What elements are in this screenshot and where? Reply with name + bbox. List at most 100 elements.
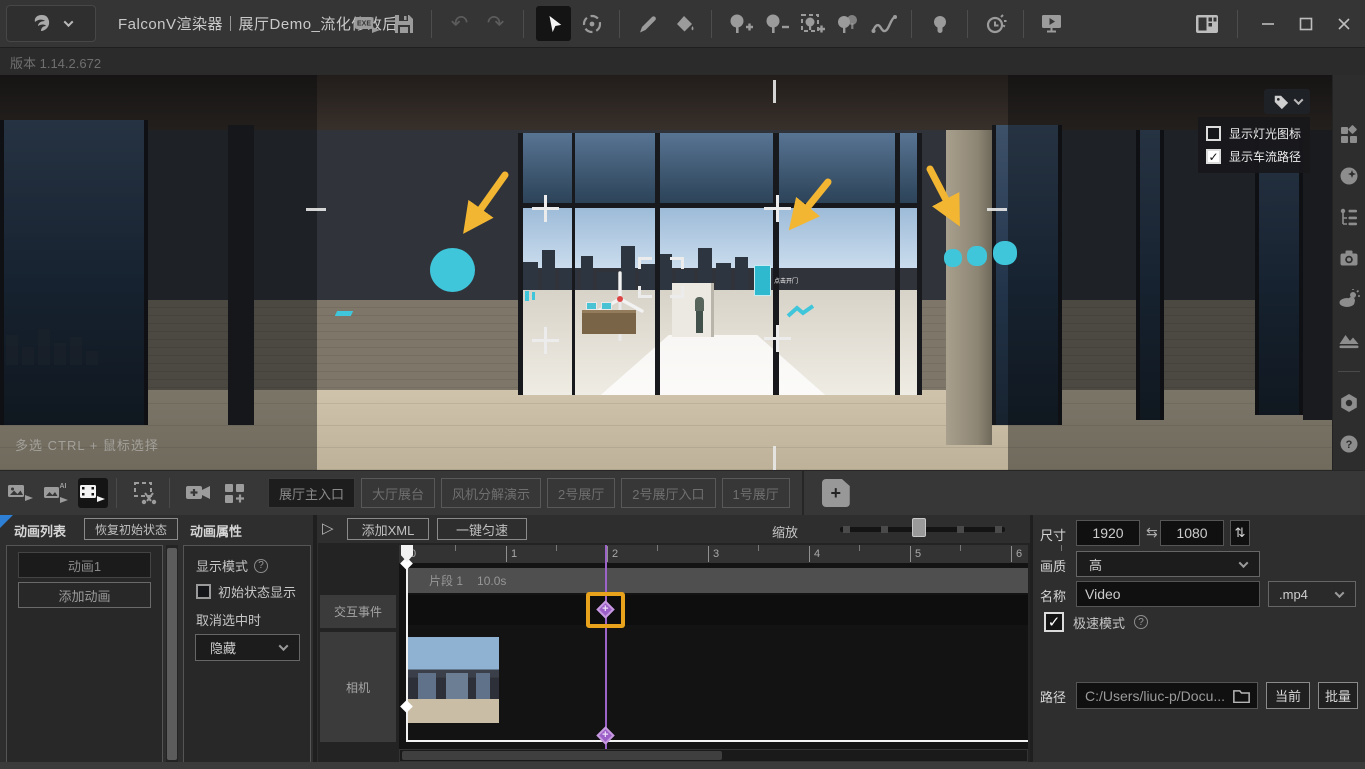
minimize-button[interactable] bbox=[1253, 9, 1283, 39]
scene-tab[interactable]: 1号展厅 bbox=[722, 478, 790, 508]
scene-tab[interactable]: 风机分解演示 bbox=[441, 478, 541, 508]
add-tree-area-button[interactable] bbox=[796, 8, 827, 39]
clip-header[interactable]: 片段 1 10.0s bbox=[407, 568, 1028, 593]
timeline-scrollbar-track[interactable] bbox=[399, 749, 1028, 762]
timeline-ruler[interactable]: 0 1 2 3 4 5 6 bbox=[399, 545, 1028, 563]
redo-button[interactable]: ↷ bbox=[480, 8, 511, 39]
add-tree-button[interactable] bbox=[724, 8, 755, 39]
anim-item-button[interactable]: 动画1 bbox=[18, 552, 151, 578]
format-value: .mp4 bbox=[1279, 587, 1308, 602]
export-image-button[interactable] bbox=[6, 478, 36, 508]
scene-tab-active[interactable]: 展厅主入口 bbox=[268, 478, 355, 508]
viewport-3d[interactable]: 点击开门 多选 CTRL + 鼠标选择 bbox=[0, 75, 1332, 470]
app-menu-button[interactable] bbox=[6, 5, 96, 42]
turbo-mode-row[interactable]: ✓ 极速模式 ? bbox=[1044, 612, 1148, 632]
tree-batch-button[interactable] bbox=[832, 8, 863, 39]
orbit-tool-button[interactable] bbox=[576, 8, 607, 39]
plus-marker bbox=[764, 325, 791, 352]
fill-tool-button[interactable] bbox=[668, 8, 699, 39]
hotspot-blob[interactable] bbox=[967, 246, 987, 266]
link-aspect-button[interactable]: ⇅ bbox=[1230, 520, 1250, 546]
version-bar: 版本 1.14.2.672 bbox=[0, 47, 1365, 75]
anim-list-panel: 动画1 添加动画 bbox=[6, 545, 163, 769]
checkbox-unchecked[interactable] bbox=[1206, 126, 1221, 141]
ruler-tick-6: 6 bbox=[1011, 546, 1022, 562]
display-options-button[interactable] bbox=[1264, 89, 1310, 114]
deselect-dropdown[interactable]: 隐藏 bbox=[195, 634, 300, 661]
quality-dropdown[interactable]: 高 bbox=[1076, 551, 1260, 577]
save-button[interactable] bbox=[388, 8, 419, 39]
scene-tree-button[interactable] bbox=[1337, 205, 1361, 229]
reset-initial-state-button[interactable]: 恢复初始状态 bbox=[84, 518, 178, 540]
menu-item-light-icons[interactable]: 显示灯光图标 bbox=[1206, 125, 1310, 142]
path-tool-button[interactable] bbox=[868, 8, 899, 39]
add-scene-button[interactable]: + bbox=[822, 479, 850, 507]
select-tool-button[interactable] bbox=[536, 6, 571, 41]
on-deselect-label: 取消选中时 bbox=[196, 610, 261, 629]
folder-icon[interactable] bbox=[1233, 689, 1250, 703]
events-track[interactable] bbox=[407, 595, 1028, 625]
format-dropdown[interactable]: .mp4 bbox=[1268, 581, 1356, 607]
play-button[interactable]: ▷ bbox=[322, 519, 340, 539]
light-button[interactable] bbox=[924, 8, 955, 39]
chevron-down-icon bbox=[279, 641, 289, 651]
export-video-button[interactable] bbox=[78, 478, 108, 508]
height-input[interactable] bbox=[1160, 520, 1224, 546]
camera-keyframe-thumbnail[interactable] bbox=[408, 637, 499, 723]
width-input[interactable] bbox=[1076, 520, 1140, 546]
initial-state-row[interactable]: 初始状态显示 bbox=[196, 582, 296, 601]
anim-list-scrollbar-track[interactable] bbox=[166, 545, 178, 769]
scene-tab[interactable]: 2号展厅入口 bbox=[621, 478, 715, 508]
add-camera-view-button[interactable] bbox=[184, 478, 214, 508]
export-current-button[interactable]: 当前 bbox=[1266, 682, 1310, 709]
zoom-slider-tick bbox=[881, 526, 888, 533]
hotspot-blob[interactable] bbox=[993, 241, 1017, 265]
settings-button[interactable] bbox=[1337, 391, 1361, 415]
time-of-day-button[interactable] bbox=[980, 8, 1011, 39]
ruler-tick-4: 4 bbox=[809, 546, 820, 562]
effects-button[interactable] bbox=[1337, 164, 1361, 188]
turbo-checkbox[interactable]: ✓ bbox=[1044, 612, 1064, 632]
menu-item-traffic-paths[interactable]: ✓ 显示车流路径 bbox=[1206, 148, 1310, 165]
undo-button[interactable]: ↶ bbox=[444, 8, 475, 39]
filename-input[interactable] bbox=[1076, 581, 1260, 607]
layout-button[interactable] bbox=[1192, 9, 1222, 39]
path-input[interactable]: C:/Users/liuc-p/Docu... bbox=[1076, 682, 1258, 709]
pen-tool-button[interactable] bbox=[632, 8, 663, 39]
screenshot-crop-button[interactable] bbox=[131, 478, 161, 508]
zoom-slider-handle[interactable] bbox=[912, 518, 926, 537]
weather-button[interactable] bbox=[1337, 287, 1361, 311]
add-view-grid-button[interactable] bbox=[220, 478, 250, 508]
add-xml-button[interactable]: 添加XML bbox=[347, 518, 429, 540]
initial-state-checkbox[interactable] bbox=[196, 584, 211, 599]
anim-list-scrollbar-thumb[interactable] bbox=[167, 548, 177, 760]
terrain-button[interactable] bbox=[1337, 328, 1361, 352]
version-label: 版本 1.14.2.672 bbox=[10, 53, 101, 72]
export-batch-button[interactable]: 批量 bbox=[1318, 682, 1358, 709]
menu-item-label: 显示灯光图标 bbox=[1229, 125, 1301, 142]
scene-tab[interactable]: 2号展厅 bbox=[547, 478, 615, 508]
row-label-camera[interactable]: 相机 bbox=[320, 632, 396, 742]
hotspot-blob[interactable] bbox=[944, 249, 962, 267]
help-icon[interactable]: ? bbox=[254, 559, 268, 573]
close-button[interactable] bbox=[1329, 9, 1359, 39]
render-video-button[interactable] bbox=[1036, 8, 1067, 39]
timeline-scrollbar-thumb[interactable] bbox=[402, 751, 722, 760]
even-speed-button[interactable]: 一键匀速 bbox=[437, 518, 527, 540]
export-image-ai-button[interactable]: AI bbox=[42, 478, 72, 508]
hotspot-tick bbox=[525, 291, 529, 301]
help-button[interactable]: ? bbox=[1337, 432, 1361, 456]
row-label-events[interactable]: 交互事件 bbox=[320, 595, 396, 628]
hotspot-circle[interactable] bbox=[430, 248, 475, 292]
scene-tab[interactable]: 大厅展台 bbox=[361, 478, 435, 508]
door-hotspot-panel[interactable] bbox=[754, 265, 771, 296]
export-exe-button[interactable]: EXE bbox=[352, 8, 383, 39]
assets-button[interactable] bbox=[1337, 123, 1361, 147]
add-anim-button[interactable]: 添加动画 bbox=[18, 582, 151, 608]
maximize-button[interactable] bbox=[1291, 9, 1321, 39]
checkbox-checked[interactable]: ✓ bbox=[1206, 149, 1221, 164]
help-icon[interactable]: ? bbox=[1134, 615, 1148, 629]
plus-marker bbox=[532, 327, 559, 354]
camera-button[interactable] bbox=[1337, 246, 1361, 270]
remove-tree-button[interactable] bbox=[760, 8, 791, 39]
